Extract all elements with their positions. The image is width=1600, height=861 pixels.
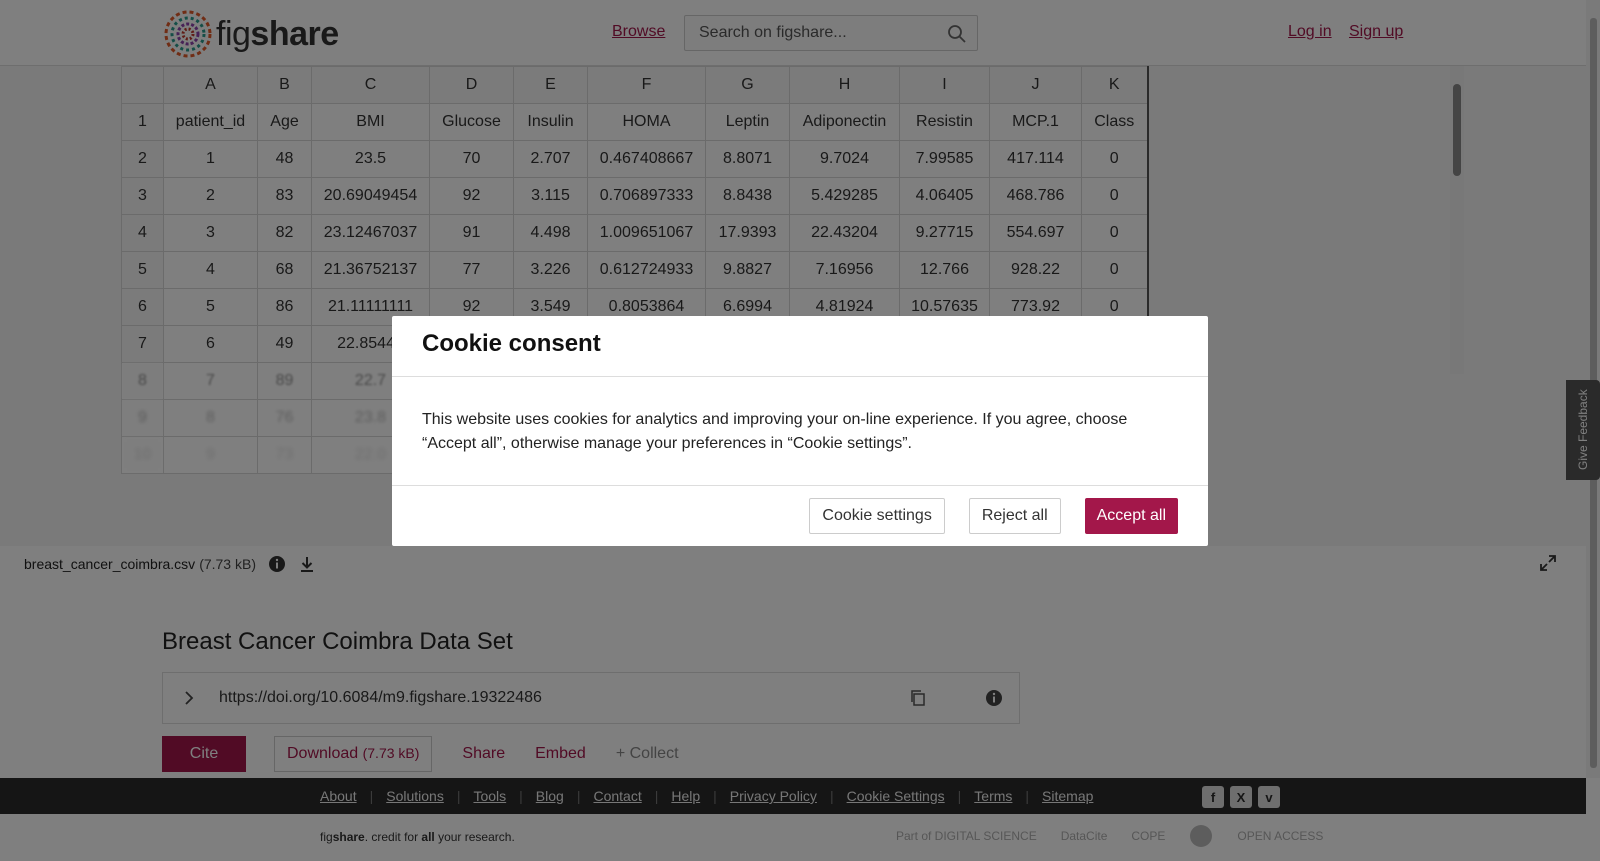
divider	[392, 376, 1208, 377]
cookie-dialog-actions: Cookie settings Reject all Accept all	[809, 498, 1178, 534]
reject-all-button[interactable]: Reject all	[968, 498, 1061, 534]
cookie-dialog-title: Cookie consent	[422, 330, 601, 357]
cookie-settings-button[interactable]: Cookie settings	[809, 498, 945, 534]
accept-all-button[interactable]: Accept all	[1084, 498, 1178, 534]
divider	[392, 485, 1208, 486]
cookie-consent-dialog: Cookie consent This website uses cookies…	[392, 316, 1208, 546]
cookie-dialog-body: This website uses cookies for analytics …	[422, 411, 1128, 452]
